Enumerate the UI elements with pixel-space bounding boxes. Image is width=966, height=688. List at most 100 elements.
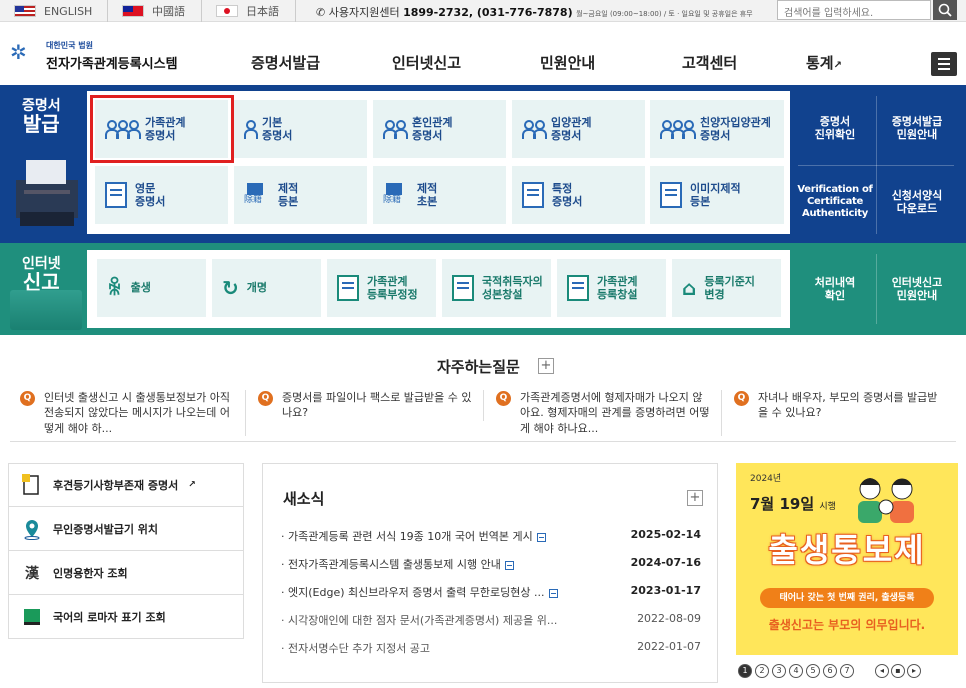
banner-page-2[interactable]: 2 [755, 664, 769, 678]
cert-card-full-adoption[interactable]: 친양자입양관계 증명서 [650, 100, 784, 158]
laptop-icon [10, 290, 82, 330]
news-title: 새소식 [283, 490, 325, 508]
news-item[interactable]: · 전자가족관계등록시스템 출생통보제 시행 안내 2024-07-16 [281, 556, 701, 572]
banner-footer: 출생신고는 부모의 의무입니다. [768, 618, 926, 632]
faq-item[interactable]: Q 자녀나 배우자, 부모의 증명서를 발급받을 수 있나요? [734, 390, 956, 421]
site-logo[interactable]: ✲ 대한민국 법원 전자가족관계등록시스템 [8, 36, 188, 76]
lang-chinese-link[interactable]: 中國語 [108, 0, 202, 22]
search-button[interactable] [933, 0, 957, 20]
question-icon: Q [496, 391, 511, 406]
banner-page-4[interactable]: 4 [789, 664, 803, 678]
search-icon [938, 3, 952, 17]
nav-statistics-label: 통계 [806, 54, 834, 72]
news-panel: 새소식 + · 가족관계등록 관련 서식 19종 10개 국어 번역본 게시 2… [262, 463, 718, 683]
process-status-link[interactable]: 처리내역 확인 [794, 250, 876, 328]
verification-link[interactable]: Verification of Certificate Authenticity [794, 166, 876, 238]
taiwan-flag-icon [122, 5, 144, 17]
cert-card-basic[interactable]: 기본 증명서 [234, 100, 367, 158]
couple-icon [383, 120, 408, 139]
lang-english-link[interactable]: ENGLISH [0, 0, 108, 22]
report-card-naturalization[interactable]: 국적취득자의 성본창설 [442, 259, 551, 317]
cert-card-label: 영문 증명서 [135, 181, 166, 208]
news-date: 2022-08-09 [637, 612, 701, 625]
quick-link-hanja[interactable]: 漢 인명용한자 조회 [8, 551, 244, 595]
quick-link-guardianship[interactable]: 후견등기사항부존재 증명서 ↗ [8, 463, 244, 507]
question-icon: Q [258, 391, 273, 406]
nav-internet-report[interactable]: 인터넷신고 [392, 52, 461, 73]
menu-button[interactable] [931, 52, 957, 76]
prev-arrow-icon[interactable]: ◂ [875, 664, 889, 678]
cert-card-image-register[interactable]: 이미지제적 등본 [650, 166, 784, 224]
banner-year: 2024년 [750, 474, 782, 484]
nav-certificate[interactable]: 증명서발급 [251, 52, 320, 73]
next-arrow-icon[interactable]: ▸ [907, 664, 921, 678]
support-center-info: ✆ 사용자지원센터 1899-2732, (031-776-7878) 월~금요… [316, 4, 753, 20]
cert-card-adoption[interactable]: 입양관계 증명서 [512, 100, 645, 158]
quick-link-kiosk[interactable]: 무인증명서발급기 위치 [8, 507, 244, 551]
cert-card-label: 제적 등본 [278, 181, 299, 208]
report-card-register-creation[interactable]: 가족관계 등록창설 [557, 259, 666, 317]
cert-card-label: 입양관계 증명서 [551, 115, 592, 142]
quick-link-label: 국어의 로마자 표기 조회 [53, 610, 166, 624]
name-change-icon: ↻ [222, 276, 239, 300]
cert-card-removed-abstract[interactable]: 제적 초본 [373, 166, 506, 224]
removed-abstract-icon [383, 183, 409, 207]
report-card-base-change[interactable]: ⌂ 등록기준지 변경 [672, 259, 781, 317]
news-item[interactable]: · 가족관계등록 관련 서식 19종 10개 국어 번역본 게시 2025-02… [281, 528, 701, 544]
banner-page-3[interactable]: 3 [772, 664, 786, 678]
lang-japanese-link[interactable]: 日本語 [202, 0, 296, 22]
faq-item[interactable]: Q 증명서를 파일이나 팩스로 발급받을 수 있나요? [258, 390, 484, 421]
report-card-label: 가족관계 등록창설 [597, 274, 638, 301]
report-card-label: 등록기준지 변경 [704, 274, 755, 301]
news-date: 2022-01-07 [637, 640, 701, 653]
cert-card-label: 혼인관계 증명서 [412, 115, 453, 142]
faq-item[interactable]: Q 인터넷 출생신고 시 출생통보정보가 아직 전송되지 않았다는 메시지가 나… [20, 390, 246, 437]
faq-more-button[interactable]: + [538, 358, 554, 374]
faq-text: 증명서를 파일이나 팩스로 발급받을 수 있나요? [282, 391, 472, 420]
cert-card-marriage[interactable]: 혼인관계 증명서 [373, 100, 506, 158]
faq-item[interactable]: Q 가족관계증명서에 형제자매가 나오지 않아요. 형제자매의 관계를 증명하려… [496, 390, 722, 437]
report-card-label: 국적취득자의 성본창설 [482, 274, 543, 301]
search-input[interactable]: 검색어를 입력하세요. [777, 0, 931, 20]
news-item[interactable]: · 엣지(Edge) 최신브라우저 증명서 출력 무한로딩현상 ... 2023… [281, 584, 701, 600]
new-badge-icon [504, 560, 514, 570]
lang-japanese-label: 日本語 [246, 5, 279, 18]
adoption-icon [522, 120, 547, 139]
news-item[interactable]: · 전자서명수단 추가 지정서 공고 2022-01-07 [281, 640, 701, 656]
report-card-birth[interactable]: ꆜ 출생 [97, 259, 206, 317]
news-more-button[interactable]: + [687, 490, 703, 506]
birth-notification-banner[interactable]: 2024년 7월 19일 시행 출생통보제 태어나 갖는 첫 번째 권리, 출생… [736, 463, 958, 655]
banner-page-1[interactable]: 1 [738, 664, 752, 678]
logo-name: 전자가족관계등록시스템 [46, 57, 178, 72]
cert-guide-link[interactable]: 증명서발급 민원안내 [876, 92, 958, 164]
cert-card-english[interactable]: 영문 증명서 [95, 166, 228, 224]
banner-page-5[interactable]: 5 [806, 664, 820, 678]
logo-ministry: 대한민국 법원 [46, 41, 93, 50]
person-icon [244, 120, 258, 139]
cert-card-specific[interactable]: 특정 증명서 [512, 166, 645, 224]
cert-authenticity-link[interactable]: 증명서 진위확인 [794, 92, 876, 164]
nav-customer-center[interactable]: 고객센터 [682, 52, 737, 73]
nav-civil-guide[interactable]: 민원안내 [540, 52, 595, 73]
news-item[interactable]: · 시각장애인에 대한 점자 문서(가족관계증명서) 제공을 위... 2022… [281, 612, 701, 628]
faq-text: 가족관계증명서에 형제자매가 나오지 않아요. 형제자매의 관계를 증명하려면 … [520, 391, 710, 435]
nav-statistics[interactable]: 통계↗ [806, 52, 842, 73]
id-card-icon [452, 275, 474, 301]
report-card-name-change[interactable]: ↻ 개명 [212, 259, 321, 317]
japan-flag-icon [216, 5, 238, 17]
new-badge-icon [548, 588, 558, 598]
banner-page-7[interactable]: 7 [840, 664, 854, 678]
quick-link-romanization[interactable]: 국어의 로마자 표기 조회 [8, 595, 244, 639]
image-register-icon [660, 182, 682, 208]
banner-page-6[interactable]: 6 [823, 664, 837, 678]
form-download-link[interactable]: 신청서양식 다운로드 [876, 166, 958, 238]
news-date: 2025-02-14 [630, 528, 701, 541]
pause-icon[interactable]: ▪ [891, 664, 905, 678]
report-card-correction[interactable]: 가족관계 등록부정정 [327, 259, 436, 317]
home-icon: ⌂ [682, 276, 697, 300]
question-icon: Q [20, 391, 35, 406]
cert-card-removed-register[interactable]: 제적 등본 [234, 166, 367, 224]
question-icon: Q [734, 391, 749, 406]
hamburger-icon [938, 58, 950, 60]
report-guide-link[interactable]: 인터넷신고 민원안내 [876, 250, 958, 328]
